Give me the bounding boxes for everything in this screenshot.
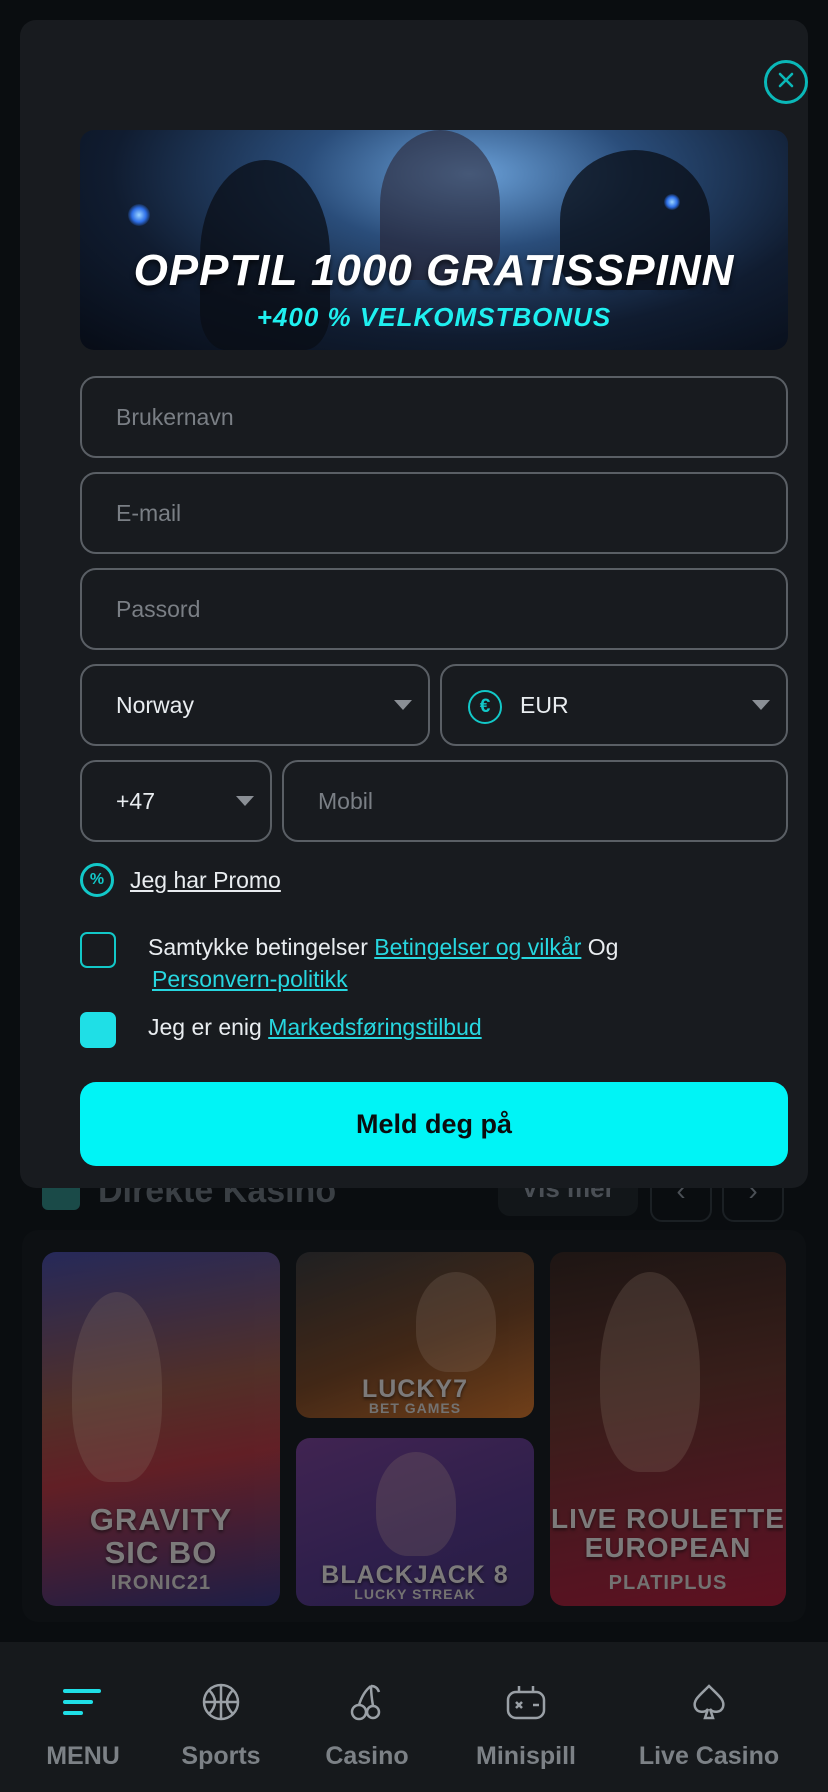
- game-title: LUCKY7: [361, 1375, 468, 1403]
- promo-link[interactable]: Jeg har Promo: [130, 867, 281, 894]
- terms-text: Samtykke betingelser Betingelser og vilk…: [148, 932, 618, 963]
- marketing-prefix: Jeg er enig: [148, 1014, 262, 1040]
- marketing-text: Jeg er enig Markedsføringstilbud: [148, 1012, 482, 1043]
- chevron-down-icon: [236, 796, 254, 806]
- marketing-link[interactable]: Markedsføringstilbud: [268, 1014, 481, 1040]
- nav-item-sports[interactable]: Sports: [176, 1642, 266, 1792]
- terms-link[interactable]: Betingelser og vilkår: [374, 934, 581, 960]
- promo-toggle[interactable]: % Jeg har Promo: [80, 862, 281, 898]
- game-card[interactable]: LIVE ROULETTE EUROPEAN PLATIPLUS: [550, 1252, 786, 1606]
- nav-label: MENU: [46, 1742, 120, 1770]
- game-provider: BET GAMES: [368, 1400, 462, 1416]
- nav-label: Sports: [181, 1742, 261, 1770]
- nav-item-menu[interactable]: MENU: [38, 1642, 128, 1792]
- banner-subheadline: +400 % VELKOMSTBONUS: [256, 302, 612, 332]
- username-input[interactable]: [82, 378, 786, 456]
- promo-banner: OPPTIL 1000 GRATISSPINN +400 % VELKOMSTB…: [80, 130, 788, 350]
- game-provider: PLATIPLUS: [608, 1572, 728, 1594]
- game-card[interactable]: BLACKJACK 8 LUCKY STREAK: [296, 1438, 534, 1606]
- bottom-nav: MENU Sports Casino Minispill Live Casino: [0, 1642, 828, 1792]
- terms-prefix: Samtykke betingelser: [148, 934, 368, 960]
- game-card-art: [72, 1292, 162, 1482]
- percent-badge-icon: %: [80, 863, 114, 897]
- game-card-art: [416, 1272, 496, 1372]
- gamepad-icon: [504, 1680, 548, 1724]
- nav-item-casino[interactable]: Casino: [318, 1642, 416, 1792]
- email-field[interactable]: [80, 472, 788, 554]
- currency-select[interactable]: € EUR: [440, 664, 788, 746]
- registration-modal: OPPTIL 1000 GRATISSPINN +400 % VELKOMSTB…: [20, 20, 808, 1188]
- country-select[interactable]: Norway: [80, 664, 430, 746]
- currency-value: EUR: [520, 691, 569, 718]
- marketing-checkbox[interactable]: [80, 1012, 116, 1048]
- password-field[interactable]: [80, 568, 788, 650]
- nav-label: Minispill: [476, 1742, 576, 1770]
- nav-label: Casino: [325, 1742, 409, 1770]
- game-title: LIVE ROULETTE EUROPEAN: [551, 1503, 785, 1564]
- game-provider: IRONIC21: [110, 1572, 212, 1594]
- privacy-text: Personvern-politikk: [152, 964, 348, 995]
- mobile-field[interactable]: [282, 760, 788, 842]
- nav-label: Live Casino: [638, 1742, 780, 1770]
- password-input[interactable]: [82, 570, 786, 648]
- spade-icon: [687, 1680, 731, 1724]
- email-input[interactable]: [82, 474, 786, 552]
- mobile-input[interactable]: [284, 762, 786, 840]
- username-field[interactable]: [80, 376, 788, 458]
- game-title: GRAVITY SIC BO: [89, 1502, 233, 1570]
- game-card[interactable]: LUCKY7 BET GAMES: [296, 1252, 534, 1418]
- game-card[interactable]: GRAVITY SIC BO IRONIC21: [42, 1252, 280, 1606]
- cherries-icon: [345, 1680, 389, 1724]
- phone-code-value: +47: [116, 787, 156, 814]
- terms-checkbox[interactable]: [80, 932, 116, 968]
- terms-joiner: Og: [587, 934, 619, 960]
- nav-item-minispill[interactable]: Minispill: [466, 1642, 586, 1792]
- phone-code-select[interactable]: +47: [80, 760, 272, 842]
- banner-orb: [128, 204, 150, 226]
- game-title: BLACKJACK 8: [321, 1561, 509, 1589]
- euro-icon: €: [468, 690, 502, 724]
- close-icon: [777, 71, 795, 94]
- game-card-art: [376, 1452, 456, 1556]
- game-card-art: [600, 1272, 700, 1472]
- chevron-down-icon: [394, 700, 412, 710]
- game-provider: LUCKY STREAK: [354, 1586, 476, 1602]
- privacy-link[interactable]: Personvern-politikk: [152, 966, 348, 992]
- banner-dragon-eye: [664, 194, 680, 210]
- basketball-icon: [199, 1680, 243, 1724]
- register-button[interactable]: Meld deg på: [80, 1082, 788, 1166]
- hamburger-icon: [61, 1680, 105, 1724]
- nav-item-live-casino[interactable]: Live Casino: [634, 1642, 784, 1792]
- close-button[interactable]: [764, 60, 808, 104]
- country-value: Norway: [116, 691, 194, 718]
- banner-headline: OPPTIL 1000 GRATISSPINN: [133, 246, 735, 295]
- chevron-down-icon: [752, 700, 770, 710]
